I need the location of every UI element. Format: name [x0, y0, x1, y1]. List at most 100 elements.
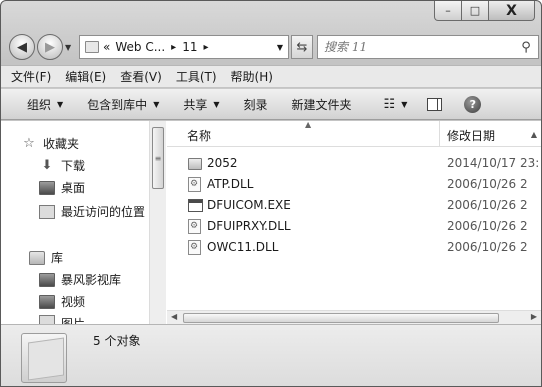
- close-button[interactable]: X: [489, 1, 535, 21]
- details-pane: 5 个对象: [1, 324, 541, 386]
- scroll-right-arrow-icon[interactable]: ▶: [531, 312, 537, 321]
- nav-favorites[interactable]: ☆ 收藏夹: [21, 135, 79, 152]
- command-bar: 组织 ▼ 包含到库中 ▼ 共享 ▼ 刻录 新建文件夹 ☷ ▼ ?: [1, 88, 541, 120]
- file-name: ATP.DLL: [207, 177, 254, 191]
- chevron-down-icon[interactable]: ▼: [401, 100, 407, 109]
- nav-desktop[interactable]: 桌面: [39, 179, 85, 196]
- minimize-button[interactable]: –: [434, 1, 462, 21]
- minimize-icon: –: [445, 4, 451, 17]
- breadcrumb-overflow[interactable]: «: [103, 40, 110, 54]
- nav-recent-places[interactable]: 最近访问的位置: [39, 203, 145, 220]
- column-header: ▲ 名称 修改日期 ▲: [167, 120, 541, 147]
- refresh-button[interactable]: ⇆: [291, 35, 313, 59]
- recent-places-icon: [39, 204, 55, 219]
- view-list-icon: ☷: [383, 96, 396, 112]
- share-button[interactable]: 共享 ▼: [183, 96, 219, 113]
- file-name: DFUICOM.EXE: [207, 198, 291, 212]
- file-date: 2006/10/26 2: [447, 240, 528, 254]
- search-icon[interactable]: ⚲: [514, 40, 538, 55]
- nav-desktop-label: 桌面: [61, 181, 86, 195]
- chevron-down-icon: ▼: [153, 99, 160, 109]
- folder-icon: [188, 158, 202, 170]
- menu-tools[interactable]: 工具(T): [176, 68, 217, 85]
- menu-file[interactable]: 文件(F): [11, 68, 51, 85]
- caption-buttons: – □ X: [434, 1, 535, 21]
- nav-libraries[interactable]: 库: [29, 249, 63, 266]
- item-count: 5 个对象: [93, 334, 141, 348]
- menu-edit[interactable]: 编辑(E): [65, 68, 106, 85]
- breadcrumb-11[interactable]: 11: [182, 40, 197, 54]
- explorer-window: – □ X ◀ ▶ ▼ « Web C... ▸ 11 ▸ ▼ ⇆ ⚲ 文件(F…: [0, 0, 542, 387]
- library-icon: [29, 250, 45, 265]
- forward-button[interactable]: ▶: [37, 34, 63, 60]
- file-date: 2006/10/26 2: [447, 219, 528, 233]
- address-row: ◀ ▶ ▼ « Web C... ▸ 11 ▸ ▼ ⇆ ⚲: [7, 33, 539, 61]
- include-in-library-label: 包含到库中: [87, 97, 148, 112]
- nav-libraries-label: 库: [51, 251, 64, 265]
- dll-file-icon: [188, 177, 201, 192]
- dll-file-icon: [188, 240, 201, 255]
- main-area: ☆ 收藏夹 ⬇ 下载 桌面 最近访问的位置 库 暴风影视库 视频 图片 ≡ ▲ …: [1, 120, 541, 324]
- organize-button[interactable]: 组织 ▼: [27, 96, 63, 113]
- download-folder-icon: ⬇: [41, 158, 53, 173]
- folder-thumbnail-icon: [21, 333, 67, 383]
- scroll-left-arrow-icon[interactable]: ◀: [171, 312, 177, 321]
- refresh-icon: ⇆: [296, 39, 308, 55]
- chevron-down-icon: ▼: [57, 99, 64, 109]
- nav-storm-label: 暴风影视库: [61, 273, 122, 287]
- include-in-library-button[interactable]: 包含到库中 ▼: [87, 96, 159, 113]
- desktop-icon: [39, 180, 55, 195]
- menu-view[interactable]: 查看(V): [120, 68, 162, 85]
- back-arrow-icon: ◀: [17, 39, 27, 55]
- horizontal-scrollbar[interactable]: ◀ ▶: [167, 310, 541, 324]
- file-row[interactable]: ATP.DLL 2006/10/26 2: [167, 174, 541, 195]
- change-view-button[interactable]: ☷ ▼: [384, 97, 408, 112]
- storm-library-icon: [39, 272, 55, 287]
- nav-pictures[interactable]: 图片: [39, 315, 85, 324]
- burn-label: 刻录: [243, 97, 268, 112]
- help-icon[interactable]: ?: [464, 95, 482, 113]
- menu-help[interactable]: 帮助(H): [231, 68, 273, 85]
- file-row[interactable]: OWC11.DLL 2006/10/26 2: [167, 237, 541, 258]
- recent-pages-dropdown[interactable]: ▼: [65, 43, 71, 52]
- file-list: ▲ 名称 修改日期 ▲ 2052 2014/10/17 23: ATP.DLL …: [167, 120, 541, 324]
- breadcrumb-web-c[interactable]: Web C...: [115, 40, 165, 54]
- maximize-button[interactable]: □: [462, 1, 489, 21]
- column-divider[interactable]: [439, 121, 440, 147]
- file-row[interactable]: DFUIPRXY.DLL 2006/10/26 2: [167, 216, 541, 237]
- file-name: DFUIPRXY.DLL: [207, 219, 291, 233]
- scrollbar-thumb[interactable]: ≡: [152, 127, 164, 189]
- search-input[interactable]: [318, 40, 514, 54]
- maximize-icon: □: [469, 4, 481, 17]
- address-bar[interactable]: « Web C... ▸ 11 ▸ ▼: [79, 35, 289, 59]
- nav-videos[interactable]: 视频: [39, 293, 85, 310]
- scroll-up-arrow-icon[interactable]: ▲: [531, 130, 537, 139]
- nav-pictures-label: 图片: [61, 317, 86, 324]
- new-folder-button[interactable]: 新建文件夹: [292, 96, 352, 113]
- column-name[interactable]: 名称: [187, 127, 211, 144]
- navigation-pane: ☆ 收藏夹 ⬇ 下载 桌面 最近访问的位置 库 暴风影视库 视频 图片: [1, 121, 149, 324]
- file-date: 2014/10/17 23:: [447, 156, 540, 170]
- new-folder-label: 新建文件夹: [291, 97, 352, 112]
- nav-downloads[interactable]: ⬇ 下载: [39, 157, 85, 174]
- column-date-modified[interactable]: 修改日期: [447, 127, 495, 144]
- nav-downloads-label: 下载: [61, 159, 86, 173]
- burn-button[interactable]: 刻录: [244, 96, 268, 113]
- file-row[interactable]: 2052 2014/10/17 23:: [167, 153, 541, 174]
- horizontal-scrollbar-thumb[interactable]: [183, 313, 499, 323]
- breadcrumb-separator-icon[interactable]: ▸: [203, 42, 208, 53]
- close-icon: X: [506, 2, 517, 19]
- share-label: 共享: [183, 97, 208, 112]
- preview-pane-icon[interactable]: [427, 97, 443, 111]
- file-name: 2052: [207, 156, 238, 170]
- navigation-scrollbar[interactable]: ≡: [149, 121, 166, 324]
- file-row[interactable]: DFUICOM.EXE 2006/10/26 2: [167, 195, 541, 216]
- exe-file-icon: [188, 199, 203, 212]
- file-date: 2006/10/26 2: [447, 198, 528, 212]
- address-dropdown-icon[interactable]: ▼: [277, 43, 283, 52]
- breadcrumb-separator-icon[interactable]: ▸: [171, 42, 176, 53]
- folder-icon: [85, 41, 99, 53]
- search-box[interactable]: ⚲: [317, 35, 539, 59]
- back-button[interactable]: ◀: [9, 34, 35, 60]
- nav-storm-library[interactable]: 暴风影视库: [39, 271, 121, 288]
